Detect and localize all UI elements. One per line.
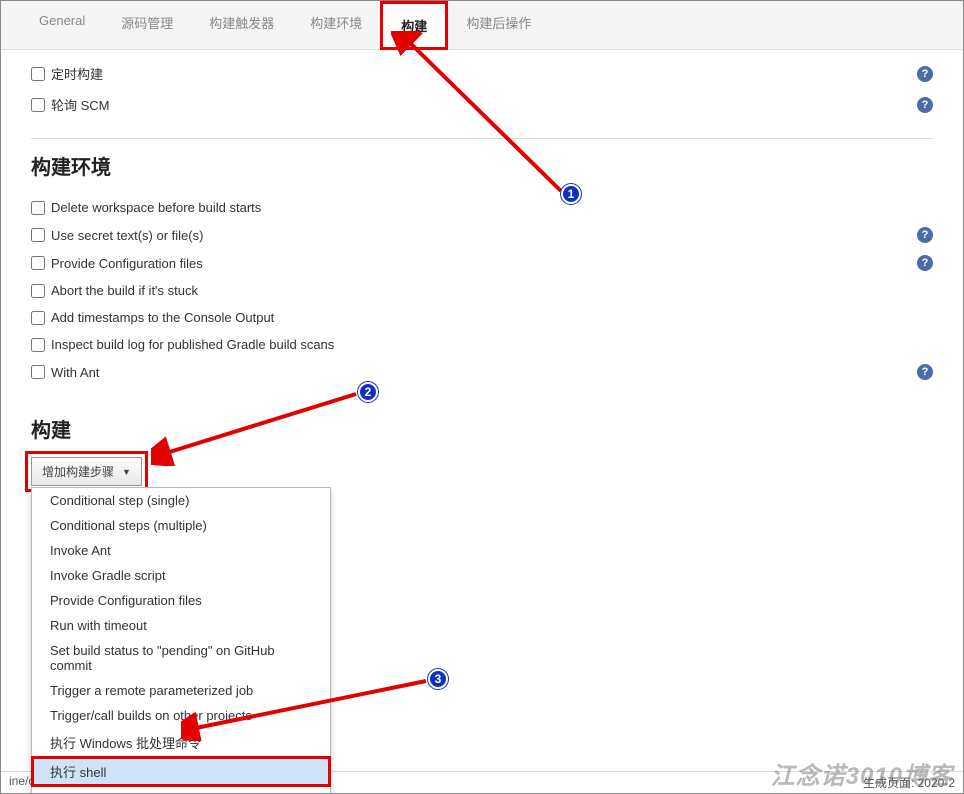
buildenv-row: With Ant? (31, 358, 933, 386)
tab-triggers[interactable]: 构建触发器 (191, 1, 292, 49)
buildenv-label: With Ant (51, 365, 917, 380)
build-step-option[interactable]: Run with timeout (32, 613, 330, 638)
help-icon[interactable]: ? (917, 364, 933, 380)
checkbox-poll-scm[interactable] (31, 98, 45, 112)
tab-build[interactable]: 构建 (380, 1, 448, 50)
buildenv-label: Provide Configuration files (51, 256, 917, 271)
build-step-option[interactable]: 执行 shell (32, 757, 330, 786)
buildenv-label: Use secret text(s) or file(s) (51, 228, 917, 243)
tab-postbuild[interactable]: 构建后操作 (448, 1, 549, 49)
buildenv-checkbox[interactable] (31, 365, 45, 379)
trigger-row: 定时构建 ? (31, 58, 933, 89)
checkbox-timed-build[interactable] (31, 67, 45, 81)
help-icon[interactable]: ? (917, 227, 933, 243)
build-step-option[interactable]: Invoke Ant (32, 538, 330, 563)
add-build-step-menu: Conditional step (single)Conditional ste… (31, 487, 331, 794)
buildenv-label: Delete workspace before build starts (51, 200, 933, 215)
tab-general[interactable]: General (21, 1, 103, 49)
buildenv-row: Use secret text(s) or file(s)? (31, 221, 933, 249)
buildenv-row: Add timestamps to the Console Output (31, 304, 933, 331)
buildenv-checkbox[interactable] (31, 311, 45, 325)
buildenv-checkbox[interactable] (31, 284, 45, 298)
buildenv-label: Abort the build if it's stuck (51, 283, 933, 298)
help-icon[interactable]: ? (917, 66, 933, 82)
build-step-option[interactable]: Conditional steps (multiple) (32, 513, 330, 538)
build-step-option[interactable]: Provide Configuration files (32, 588, 330, 613)
trigger-label: 定时构建 (51, 64, 917, 83)
help-icon[interactable]: ? (917, 97, 933, 113)
annotation-badge-1: 1 (561, 184, 581, 204)
tab-scm[interactable]: 源码管理 (103, 1, 191, 49)
buildenv-row: Abort the build if it's stuck (31, 277, 933, 304)
trigger-row: 轮询 SCM ? (31, 89, 933, 120)
help-icon[interactable]: ? (917, 255, 933, 271)
build-step-option[interactable]: 调用顶层 Maven 目标 (32, 786, 330, 794)
buildenv-label: Add timestamps to the Console Output (51, 310, 933, 325)
caret-down-icon: ▼ (122, 467, 131, 477)
buildenv-label: Inspect build log for published Gradle b… (51, 337, 933, 352)
build-step-option[interactable]: Conditional step (single) (32, 488, 330, 513)
build-step-option[interactable]: 执行 Windows 批处理命令 (32, 728, 330, 757)
add-build-step-button[interactable]: 增加构建步骤 ▼ (31, 457, 142, 486)
section-divider (31, 138, 933, 139)
trigger-label: 轮询 SCM (51, 95, 917, 114)
buildenv-checkbox[interactable] (31, 338, 45, 352)
build-title: 构建 (31, 414, 933, 443)
buildenv-row: Inspect build log for published Gradle b… (31, 331, 933, 358)
build-step-option[interactable]: Set build status to "pending" on GitHub … (32, 638, 330, 678)
annotation-badge-2: 2 (358, 382, 378, 402)
build-step-option[interactable]: Invoke Gradle script (32, 563, 330, 588)
buildenv-checkbox[interactable] (31, 256, 45, 270)
annotation-badge-3: 3 (428, 669, 448, 689)
build-step-option[interactable]: Trigger a remote parameterized job (32, 678, 330, 703)
build-step-option[interactable]: Trigger/call builds on other projects (32, 703, 330, 728)
add-build-step-label: 增加构建步骤 (42, 463, 114, 480)
config-tabs: General 源码管理 构建触发器 构建环境 构建 构建后操作 (1, 1, 963, 50)
buildenv-title: 构建环境 (31, 151, 933, 180)
buildenv-row: Provide Configuration files? (31, 249, 933, 277)
buildenv-checkbox[interactable] (31, 228, 45, 242)
watermark-text: 江念诺3010博客 (771, 756, 953, 791)
buildenv-checkbox[interactable] (31, 201, 45, 215)
buildenv-row: Delete workspace before build starts (31, 194, 933, 221)
tab-buildenv[interactable]: 构建环境 (292, 1, 380, 49)
